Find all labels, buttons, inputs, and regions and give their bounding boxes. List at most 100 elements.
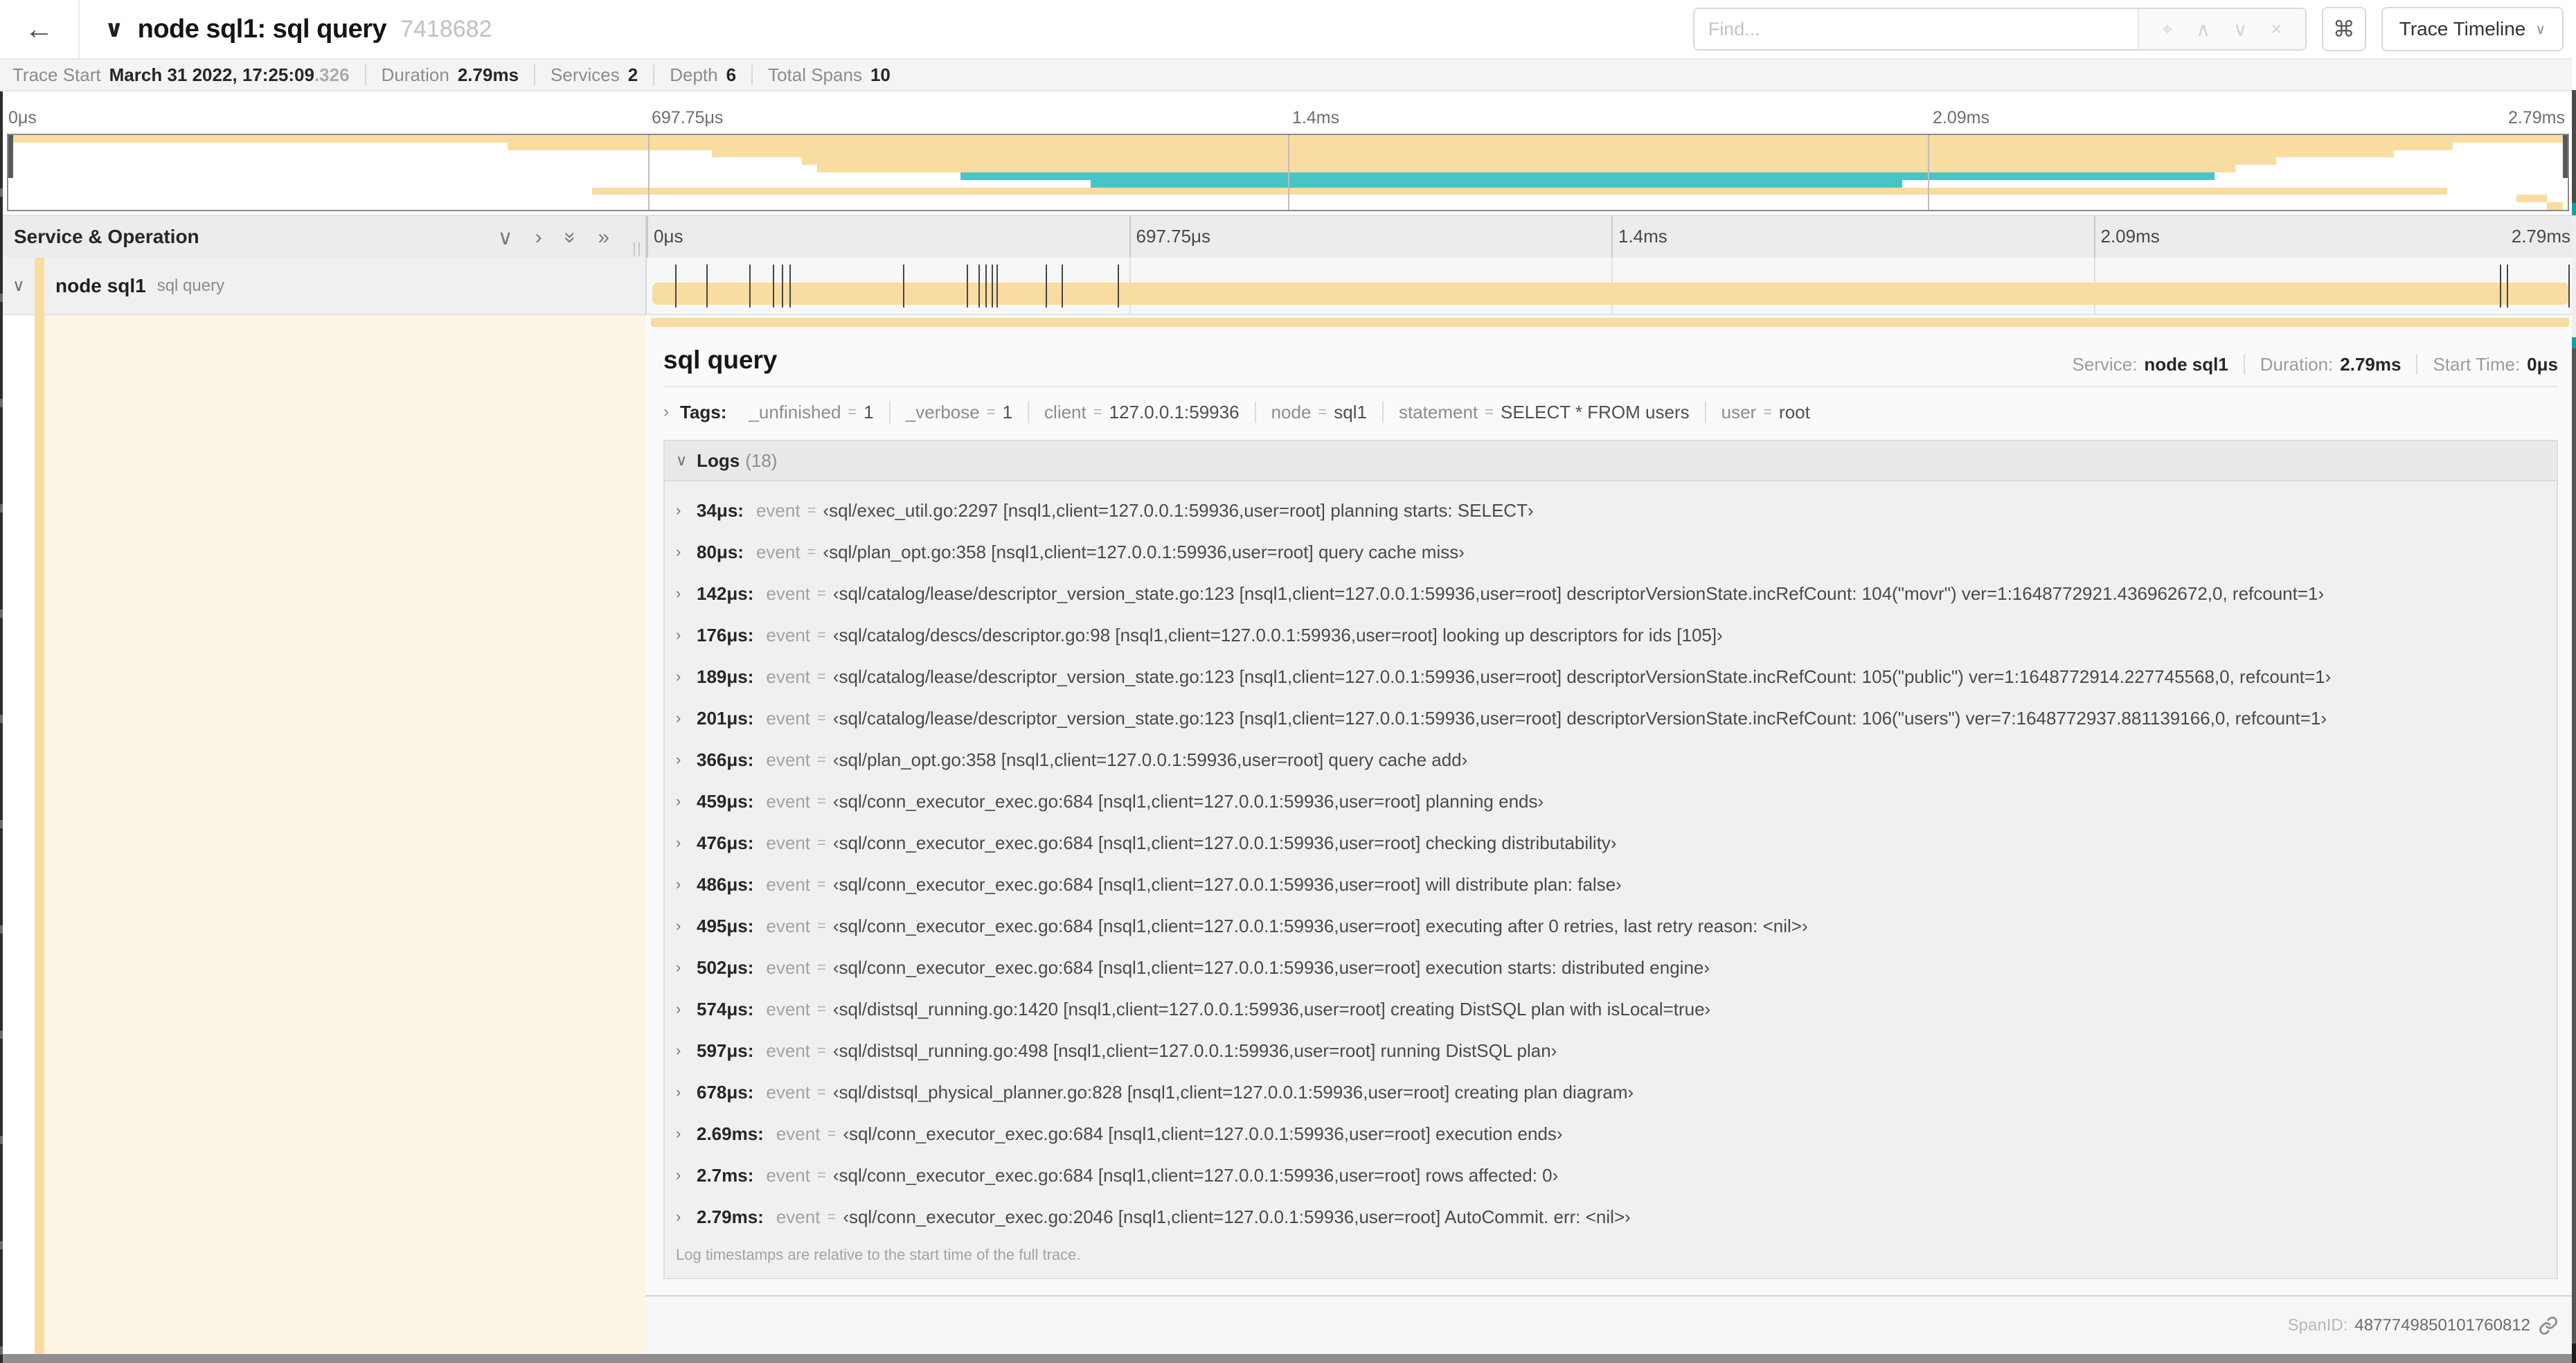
minimap-tick-label: 697.75μs (652, 108, 724, 127)
command-icon: ⌘ (2332, 17, 2355, 42)
log-timestamp: 201μs: (697, 707, 754, 729)
trace-summary-items: Trace Start March 31 2022, 17:25:09 .326… (12, 64, 891, 85)
log-entry[interactable]: › 597μs: event = ‹sql/distsql_running.go… (665, 1030, 2557, 1071)
log-field-key: event (766, 873, 811, 895)
log-field-value: ‹sql/catalog/lease/descriptor_version_st… (832, 707, 2327, 729)
log-marker[interactable] (706, 265, 708, 308)
minimap-right-drag-handle[interactable] (2563, 135, 2568, 178)
log-marker[interactable] (1062, 265, 1064, 308)
log-entry[interactable]: › 80μs: event = ‹sql/plan_opt.go:358 [ns… (665, 531, 2557, 573)
log-marker[interactable] (2568, 265, 2570, 308)
span-stat: Service: node sql1 (2073, 354, 2228, 375)
tag-value: 1 (1002, 401, 1013, 422)
log-entry[interactable]: › 502μs: event = ‹sql/conn_executor_exec… (665, 947, 2557, 988)
back-button[interactable]: ← (0, 0, 80, 58)
column-resizer[interactable] (634, 242, 640, 256)
log-field-key: event (755, 499, 800, 521)
view-options-button[interactable]: Trace Timeline ∨ (2381, 7, 2564, 51)
tag-equals: = (1318, 403, 1327, 420)
span-stat-value: node sql1 (2144, 353, 2228, 375)
span-stats: Service: node sql1 Duration: 2.79ms Star… (2073, 354, 2558, 375)
log-marker[interactable] (992, 265, 994, 308)
log-entry[interactable]: › 2.7ms: event = ‹sql/conn_executor_exec… (665, 1155, 2557, 1196)
find-tools: ⌖ ∧ ∨ × (2137, 9, 2305, 49)
log-entry[interactable]: › 486μs: event = ‹sql/conn_executor_exec… (665, 864, 2557, 905)
summary-value: 6 (726, 64, 737, 85)
log-marker[interactable] (749, 265, 751, 308)
log-entry[interactable]: › 2.69ms: event = ‹sql/conn_executor_exe… (665, 1113, 2557, 1155)
minimap-left-drag-handle[interactable] (8, 135, 13, 178)
log-field-key: event (766, 832, 811, 853)
log-entry[interactable]: › 495μs: event = ‹sql/conn_executor_exec… (665, 905, 2557, 947)
log-marker[interactable] (996, 265, 999, 308)
span-duration-bar-small (651, 318, 2569, 327)
chevron-right-icon: › (676, 543, 681, 560)
minimap-canvas[interactable] (7, 134, 2569, 211)
log-marker[interactable] (985, 265, 987, 308)
double-chevron-right-icon[interactable]: » (598, 226, 609, 249)
log-marker[interactable] (2499, 265, 2501, 308)
log-entry[interactable]: › 476μs: event = ‹sql/conn_executor_exec… (665, 822, 2557, 864)
log-marker[interactable] (674, 265, 677, 308)
span-row-label[interactable]: ∨ node sql1 sql query (0, 258, 645, 315)
log-entry[interactable]: › 2.79ms: event = ‹sql/conn_executor_exe… (665, 1196, 2557, 1238)
log-field-value: ‹sql/conn_executor_exec.go:2046 [nsql1,c… (843, 1206, 1631, 1227)
chevron-right-icon: › (676, 959, 681, 976)
log-field-value: ‹sql/conn_executor_exec.go:684 [nsql1,cl… (832, 790, 1544, 812)
log-marker[interactable] (781, 265, 783, 308)
log-entry[interactable]: › 142μs: event = ‹sql/catalog/lease/desc… (665, 573, 2557, 614)
detail-left-gutter (0, 315, 645, 1354)
chevron-down-icon[interactable]: ∨ (12, 276, 33, 296)
find-prev-button[interactable]: ∧ (2196, 18, 2210, 41)
log-field-value: ‹sql/conn_executor_exec.go:684 [nsql1,cl… (832, 873, 1622, 895)
summary-value: March 31 2022, 17:25:09 (109, 64, 314, 85)
log-marker[interactable] (978, 265, 981, 308)
chevron-right-icon: › (676, 709, 681, 727)
log-field-value: ‹sql/catalog/descs/descriptor.go:98 [nsq… (832, 624, 1723, 645)
log-equals: = (817, 1166, 826, 1184)
log-marker[interactable] (789, 265, 791, 308)
back-arrow-icon: ← (24, 12, 54, 45)
double-chevron-down-icon[interactable]: » (558, 232, 582, 244)
log-timestamp: 34μs: (697, 499, 744, 521)
log-entry[interactable]: › 678μs: event = ‹sql/distsql_physical_p… (665, 1071, 2557, 1113)
logs-header[interactable]: ∨ Logs (18) (665, 441, 2557, 481)
log-entry[interactable]: › 34μs: event = ‹sql/exec_util.go:2297 [… (665, 490, 2557, 531)
chevron-right-icon[interactable]: › (535, 226, 542, 249)
log-entry[interactable]: › 189μs: event = ‹sql/catalog/lease/desc… (665, 656, 2557, 697)
log-timestamp: 678μs: (697, 1081, 754, 1103)
find-locate-button[interactable]: ⌖ (2162, 18, 2173, 41)
chevron-right-icon: › (676, 834, 681, 851)
tag-value: 127.0.0.1:59936 (1109, 401, 1240, 422)
log-equals: = (827, 1208, 837, 1225)
log-marker[interactable] (1117, 265, 1119, 308)
log-field-key: event (766, 749, 811, 770)
tags-row[interactable]: › Tags: _unfinished = 1 _verbose = 1 cli… (663, 401, 2558, 423)
find-input[interactable] (1694, 9, 2138, 49)
find-next-button[interactable]: ∨ (2233, 18, 2248, 41)
log-marker[interactable] (967, 265, 969, 308)
minimap-tick-label: 1.4ms (1292, 108, 1340, 127)
find-clear-button[interactable]: × (2271, 18, 2282, 40)
minimap-labels: 0μs 697.75μs 1.4ms 2.09ms 2.79ms (7, 91, 2569, 134)
log-marker[interactable] (2506, 265, 2508, 308)
link-icon[interactable] (2539, 1316, 2558, 1335)
log-entry[interactable]: › 459μs: event = ‹sql/conn_executor_exec… (665, 781, 2557, 822)
log-entry[interactable]: › 201μs: event = ‹sql/catalog/lease/desc… (665, 697, 2557, 739)
log-entry[interactable]: › 176μs: event = ‹sql/catalog/descs/desc… (665, 614, 2557, 656)
log-field-key: event (766, 998, 811, 1019)
log-marker[interactable] (1046, 265, 1048, 308)
log-entry[interactable]: › 366μs: event = ‹sql/plan_opt.go:358 [n… (665, 739, 2557, 781)
log-marker[interactable] (772, 265, 774, 308)
log-entry[interactable]: › 574μs: event = ‹sql/distsql_running.go… (665, 988, 2557, 1030)
view-options-label: Trace Timeline (2399, 18, 2526, 39)
minimap-gridline (1288, 135, 1289, 210)
keyboard-shortcuts-button[interactable]: ⌘ (2321, 7, 2366, 51)
chevron-right-icon: › (676, 1166, 681, 1184)
chevron-down-icon[interactable]: ∨ (498, 226, 513, 250)
log-equals: = (807, 543, 816, 560)
log-marker[interactable] (903, 265, 905, 308)
spanid-value: 4877749850101760812 (2354, 1315, 2530, 1335)
span-detail-row: sql query Service: node sql1 Duration: 2… (0, 315, 2576, 1354)
trace-collapse-toggle[interactable]: ∨ (105, 15, 124, 43)
